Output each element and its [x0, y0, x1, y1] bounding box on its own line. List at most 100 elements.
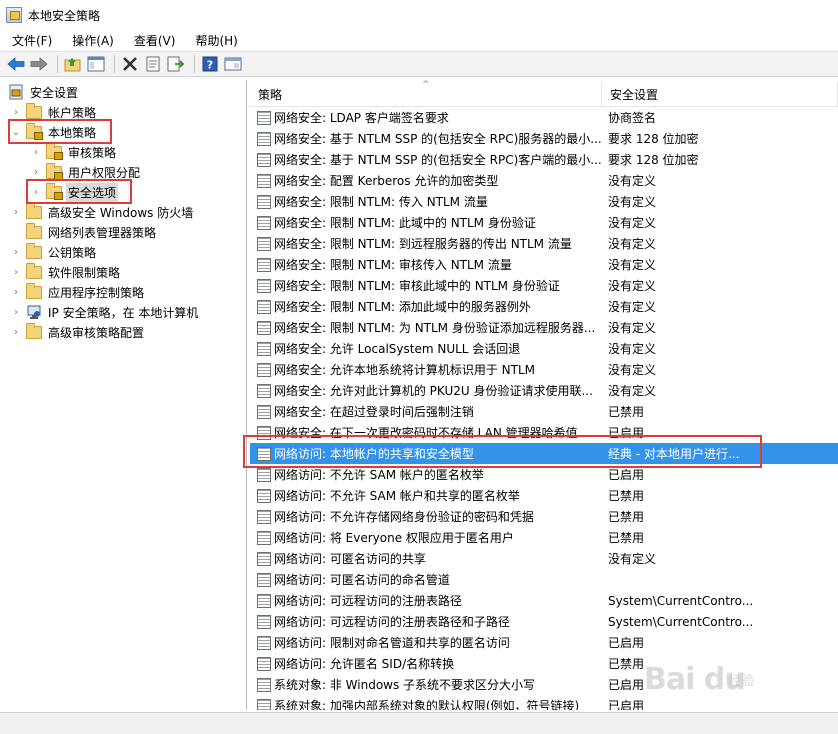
column-header-label: 安全设置 — [610, 87, 659, 102]
policy-icon — [257, 299, 271, 314]
policy-row[interactable]: 网络访问: 可远程访问的注册表路径 System\CurrentContro... — [250, 590, 838, 611]
console-icon[interactable] — [223, 54, 243, 74]
policy-name: 网络访问: 不允许 SAM 帐户和共享的匿名枚举 — [274, 489, 520, 503]
policy-row[interactable]: 网络安全: 限制 NTLM: 添加此域中的服务器例外 没有定义 — [250, 296, 838, 317]
console-tree: 安全设置 › 帐户策略 ⌄ 本地策略 › 审核策略 › 用户权限分配 › 安全选… — [0, 80, 247, 710]
policy-row[interactable]: 网络访问: 将 Everyone 权限应用于匿名用户 已禁用 — [250, 527, 838, 548]
window-title: 本地安全策略 — [28, 8, 101, 23]
policy-name: 系统对象: 非 Windows 子系统不要求区分大小写 — [274, 678, 536, 692]
chevron-right-icon[interactable]: › — [30, 146, 42, 158]
policy-name: 网络安全: 允许本地系统将计算机标识用于 NTLM — [274, 363, 536, 377]
policy-row[interactable]: 网络安全: 基于 NTLM SSP 的(包括安全 RPC)服务器的最小... 要求… — [250, 128, 838, 149]
tree-item-app-control[interactable]: › 应用程序控制策略 — [10, 282, 146, 302]
chevron-right-icon[interactable]: › — [30, 166, 42, 178]
tree-item-label: IP 安全策略，在 本地计算机 — [48, 305, 199, 320]
baidu-watermark-sub: 经验 — [728, 674, 755, 689]
chevron-right-icon[interactable]: › — [10, 326, 22, 338]
menu-help[interactable]: 帮助(H) — [183, 32, 245, 49]
policy-name: 网络安全: 配置 Kerberos 允许的加密类型 — [274, 174, 499, 188]
tree-item-firewall[interactable]: › 高级安全 Windows 防火墙 — [10, 202, 195, 222]
policy-row[interactable]: 网络安全: 基于 NTLM SSP 的(包括安全 RPC)客户端的最小... 要求… — [250, 149, 838, 170]
locked-folder-icon — [46, 162, 63, 180]
policy-name: 网络安全: 允许 LocalSystem NULL 会话回退 — [274, 342, 521, 356]
policy-row[interactable]: 网络访问: 不允许 SAM 帐户和共享的匿名枚举 已禁用 — [250, 485, 838, 506]
highlight-box-selected-policy — [243, 435, 762, 468]
policy-row[interactable]: 网络安全: 限制 NTLM: 审核传入 NTLM 流量 没有定义 — [250, 254, 838, 275]
column-header-policy[interactable]: 策略 ^ — [250, 80, 602, 106]
back-arrow-icon[interactable] — [6, 54, 26, 74]
policy-icon — [257, 488, 271, 503]
policy-name: 网络访问: 不允许 SAM 帐户的匿名枚举 — [274, 468, 484, 482]
policy-row[interactable]: 网络访问: 可远程访问的注册表路径和子路径 System\CurrentContr… — [250, 611, 838, 632]
security-policy-app-icon — [6, 7, 22, 23]
policy-icon — [257, 572, 271, 587]
policy-name: 网络安全: 限制 NTLM: 审核传入 NTLM 流量 — [274, 258, 512, 272]
column-header-setting[interactable]: 安全设置 — [602, 82, 838, 106]
policy-name: 网络访问: 可远程访问的注册表路径和子路径 — [274, 615, 510, 629]
policy-icon — [257, 194, 271, 209]
policy-name: 网络访问: 不允许存储网络身份验证的密码和凭据 — [274, 510, 534, 524]
policy-row[interactable]: 网络安全: 限制 NTLM: 到远程服务器的传出 NTLM 流量 没有定义 — [250, 233, 838, 254]
delete-icon[interactable] — [120, 54, 140, 74]
policy-icon — [257, 467, 271, 482]
policy-name: 网络安全: 限制 NTLM: 为 NTLM 身份验证添加远程服务器... — [274, 321, 596, 335]
tree-item-network-list[interactable]: 网络列表管理器策略 — [10, 222, 158, 242]
tree-item-software-restriction[interactable]: › 软件限制策略 — [10, 262, 122, 282]
chevron-right-icon[interactable]: › — [10, 306, 22, 318]
policy-icon — [257, 173, 271, 188]
policy-name: 网络访问: 允许匿名 SID/名称转换 — [274, 657, 455, 671]
help-icon[interactable]: ? — [200, 54, 220, 74]
policy-row[interactable]: 网络访问: 可匿名访问的共享 没有定义 — [250, 548, 838, 569]
tree-item-public-key[interactable]: › 公钥策略 — [10, 242, 98, 262]
policy-row[interactable]: 网络安全: 限制 NTLM: 审核此域中的 NTLM 身份验证 没有定义 — [250, 275, 838, 296]
menu-action[interactable]: 操作(A) — [60, 32, 122, 49]
policy-row[interactable]: 网络安全: 在超过登录时间后强制注销 已禁用 — [250, 401, 838, 422]
policy-icon — [257, 656, 271, 671]
show-tree-icon[interactable] — [86, 54, 106, 74]
policy-name: 网络安全: 限制 NTLM: 传入 NTLM 流量 — [274, 195, 488, 209]
tree-item-ip-security[interactable]: › IP 安全策略，在 本地计算机 — [10, 302, 200, 322]
policy-row[interactable]: 网络安全: 限制 NTLM: 传入 NTLM 流量 没有定义 — [250, 191, 838, 212]
folder-icon — [26, 202, 42, 219]
policy-name: 网络访问: 可远程访问的注册表路径 — [274, 594, 462, 608]
policy-icon — [257, 593, 271, 608]
policy-icon — [257, 131, 271, 146]
tree-item-label: 高级安全 Windows 防火墙 — [48, 205, 194, 220]
tree-item-advanced-audit[interactable]: › 高级审核策略配置 — [10, 322, 146, 342]
policy-row[interactable]: 网络安全: 限制 NTLM: 此域中的 NTLM 身份验证 没有定义 — [250, 212, 838, 233]
chevron-right-icon[interactable]: › — [10, 266, 22, 278]
ip-security-icon — [27, 305, 41, 319]
folder-icon — [26, 262, 42, 279]
folder-icon — [26, 102, 42, 119]
policy-row[interactable]: 网络安全: LDAP 客户端签名要求 协商签名 — [250, 107, 838, 128]
policy-row[interactable]: 网络安全: 配置 Kerberos 允许的加密类型 没有定义 — [250, 170, 838, 191]
policy-row[interactable]: 网络安全: 允许对此计算机的 PKU2U 身份验证请求使用联... 没有定义 — [250, 380, 838, 401]
column-header-label: 策略 — [258, 87, 283, 102]
policy-row[interactable]: 系统对象: 加强内部系统对象的默认权限(例如，符号链接) 已启用 — [250, 695, 838, 710]
policy-name: 网络安全: 在超过登录时间后强制注销 — [274, 405, 474, 419]
menu-view[interactable]: 查看(V) — [122, 32, 184, 49]
policy-row[interactable]: 网络访问: 可匿名访问的命名管道 — [250, 569, 838, 590]
up-folder-icon[interactable] — [63, 54, 83, 74]
policy-row[interactable]: 网络访问: 不允许存储网络身份验证的密码和凭据 已禁用 — [250, 506, 838, 527]
chevron-right-icon[interactable]: › — [10, 246, 22, 258]
policy-row[interactable]: 网络安全: 允许 LocalSystem NULL 会话回退 没有定义 — [250, 338, 838, 359]
policy-row[interactable]: 网络安全: 允许本地系统将计算机标识用于 NTLM 没有定义 — [250, 359, 838, 380]
menu-file[interactable]: 文件(F) — [0, 32, 60, 49]
policy-name: 网络安全: LDAP 客户端签名要求 — [274, 111, 449, 125]
policy-name: 网络访问: 限制对命名管道和共享的匿名访问 — [274, 636, 510, 650]
properties-icon[interactable] — [143, 54, 163, 74]
policy-setting: 已禁用 — [608, 405, 645, 419]
folder-icon — [26, 322, 42, 339]
chevron-right-icon[interactable]: › — [10, 106, 22, 118]
folder-icon — [26, 222, 42, 239]
forward-arrow-icon[interactable] — [29, 54, 49, 74]
chevron-right-icon[interactable]: › — [10, 206, 22, 218]
chevron-right-icon[interactable]: › — [10, 286, 22, 298]
export-icon[interactable] — [166, 54, 186, 74]
policy-row[interactable]: 网络访问: 限制对命名管道和共享的匿名访问 已启用 — [250, 632, 838, 653]
tree-item-audit-policy[interactable]: › 审核策略 — [30, 142, 118, 162]
tree-root[interactable]: 安全设置 — [8, 82, 80, 102]
policy-setting: 已启用 — [608, 699, 645, 710]
policy-row[interactable]: 网络安全: 限制 NTLM: 为 NTLM 身份验证添加远程服务器... 没有定义 — [250, 317, 838, 338]
